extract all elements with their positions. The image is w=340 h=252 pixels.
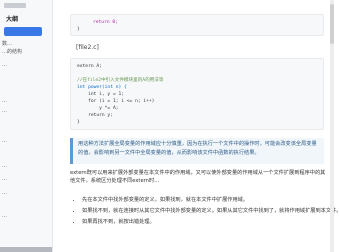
scrollbar-thumb[interactable] (330, 4, 334, 44)
code-line: } (77, 27, 80, 32)
code-line: return y; (77, 113, 113, 118)
note-callout: 用这种方法扩展全局变量的作用域应十分慎重，因为在执行一个文件中的操作时，可能会改… (70, 138, 324, 164)
sidebar-item[interactable]: …的结构 (2, 48, 22, 55)
sidebar-item[interactable]: … (2, 213, 7, 219)
bullet-list: 先在本文件中找外部变量的定义，如果找到，就在本文件中扩展作用域。 如果找不到，就… (70, 196, 340, 229)
list-item: 先在本文件中找外部变量的定义，如果找到，就在本文件中扩展作用域。 (82, 196, 340, 204)
sidebar-active-item[interactable] (4, 27, 42, 36)
code-line: for (i = 1; i <= n; i++) (77, 99, 155, 104)
code-line: return 0; (93, 20, 118, 25)
sidebar-item[interactable]: … (2, 190, 7, 196)
file-label: [file2.c] (76, 44, 99, 51)
list-item: 如果找不到，就在连接时从其它文件中找外部变量的定义。如果从其它文件中找到了，就将… (82, 207, 340, 215)
code-line: } (77, 120, 80, 125)
sidebar-item[interactable]: 数… (2, 40, 12, 47)
code-block-2: extern A; //在file2中引入文件模块里的A的用法等 int pow… (70, 58, 324, 130)
paragraph: extern既可以用来扩展外部变量在本文件中的作用域，又可以使外部变量的作用域从… (70, 170, 326, 184)
sidebar-placeholder (4, 3, 26, 8)
sidebar-title: 大纲 (6, 16, 19, 23)
code-line: extern A; (77, 64, 102, 69)
sidebar: 大纲 数… …的结构 … … … … … … … … (0, 0, 53, 252)
list-item: 如果再找不到，就按出错处理。 (82, 218, 340, 226)
sidebar-item[interactable]: … (2, 62, 7, 68)
code-line: int power(int n) { (77, 85, 127, 90)
sidebar-item[interactable]: … (2, 98, 7, 104)
sidebar-item[interactable]: … (2, 108, 7, 114)
code-line: y *= A; (77, 106, 119, 111)
sidebar-item[interactable]: … (2, 138, 7, 144)
code-line: int i, y = 1; (77, 92, 125, 97)
code-block-1: return 0; } (70, 14, 324, 36)
sidebar-item[interactable]: … (2, 176, 7, 182)
code-comment: //在file2中引入文件模块里的A的用法等 (77, 78, 164, 83)
sidebar-selected-bar (0, 247, 52, 252)
sidebar-item[interactable]: … (2, 163, 7, 169)
